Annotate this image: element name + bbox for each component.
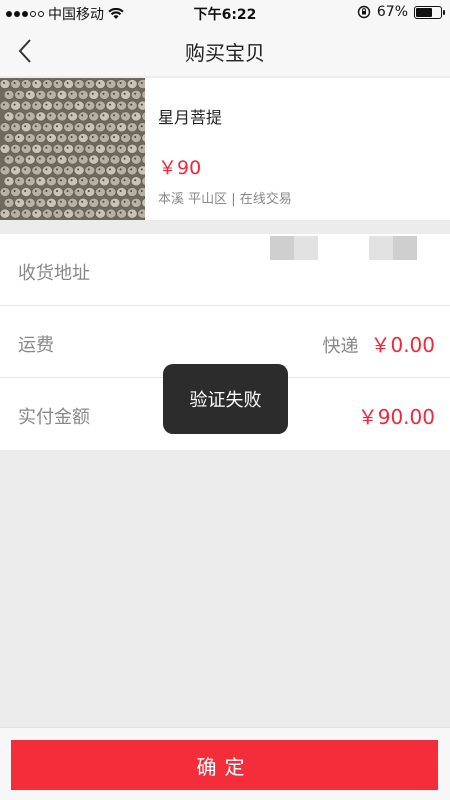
shipping-label: 运费: [18, 335, 54, 356]
product-name: 星月菩提: [158, 108, 223, 127]
address-label: 收货地址: [18, 263, 90, 284]
shipping-method: 快递: [322, 336, 359, 357]
total-right: ￥90.00: [358, 401, 435, 430]
total-label: 实付金额: [18, 407, 90, 428]
error-toast: 验证失败: [163, 364, 288, 434]
product-image: [0, 78, 145, 220]
battery-percent: 67%: [376, 4, 408, 20]
confirm-button[interactable]: 确定: [11, 740, 438, 790]
battery-fill: [416, 7, 432, 17]
page-title: 购买宝贝: [185, 41, 265, 65]
nav-bar: 购买宝贝: [0, 26, 450, 76]
bodhi-beads-image: [0, 78, 145, 220]
shipping-fee: ￥0.00: [370, 333, 435, 357]
address-row[interactable]: 收货地址: [0, 234, 450, 306]
status-right: 67%: [357, 4, 445, 20]
redacted-block: [294, 236, 318, 260]
redacted-block: [369, 236, 393, 260]
battery-icon: [414, 5, 445, 19]
bottom-bar: 确定: [0, 727, 450, 800]
orientation-lock-icon: [357, 5, 371, 19]
product-location: 本溪 平山区 | 在线交易: [158, 192, 292, 207]
status-bar: 中国移动 下午6:22 67%: [0, 0, 450, 26]
redacted-block: [270, 236, 294, 260]
redacted-block: [393, 236, 417, 260]
shipping-right: 快递 ￥0.00: [322, 329, 435, 358]
product-card[interactable]: 星月菩提 ￥90 本溪 平山区 | 在线交易: [0, 78, 450, 220]
product-price: ￥90: [158, 157, 202, 179]
total-amount: ￥90.00: [357, 405, 435, 429]
